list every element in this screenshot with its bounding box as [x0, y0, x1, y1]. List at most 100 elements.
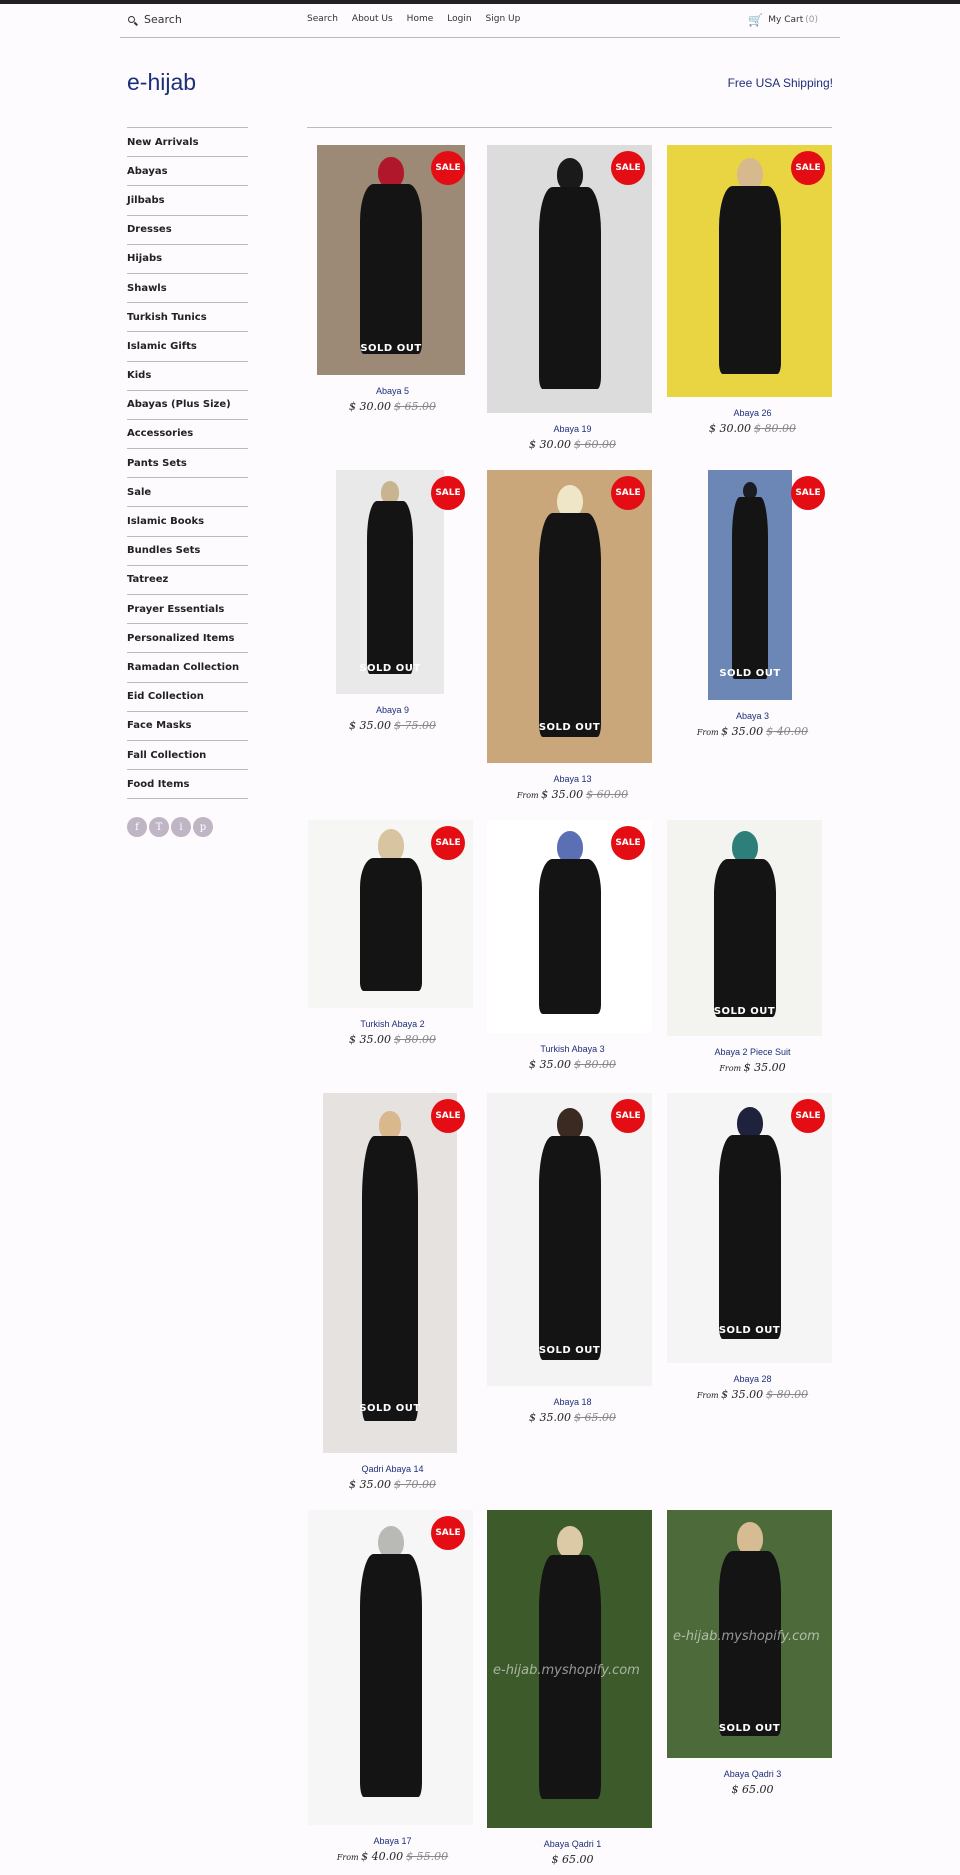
product-image[interactable]: e-hijab.myshopify.com: [487, 1510, 652, 1828]
product-name[interactable]: Abaya 3: [663, 711, 843, 721]
nav-search[interactable]: Search: [307, 14, 338, 24]
sale-badge: SALE: [431, 826, 465, 860]
sold-out-label: SOLD OUT: [719, 667, 781, 679]
product-price: From $ 35.00 $ 60.00: [483, 788, 663, 801]
current-price: $ 30.00: [709, 422, 751, 435]
sold-out-label: SOLD OUT: [718, 1325, 781, 1337]
sidebar-item-jilbabs[interactable]: Jilbabs: [127, 186, 248, 216]
current-price: $ 35.00: [529, 1411, 571, 1424]
current-price: $ 35.00: [349, 1478, 391, 1491]
sidebar-item-hijabs[interactable]: Hijabs: [127, 245, 248, 274]
sidebar-item-face-masks[interactable]: Face Masks: [127, 712, 248, 741]
current-price: $ 35.00: [529, 1058, 571, 1071]
cart-link[interactable]: 🛒 My Cart (0): [748, 13, 818, 27]
sidebar-item-pants-sets[interactable]: Pants Sets: [127, 449, 248, 479]
original-price: $ 60.00: [574, 438, 616, 451]
sidebar-item-islamic-books[interactable]: Islamic Books: [127, 507, 248, 537]
product-name[interactable]: Abaya Qadri 3: [663, 1769, 843, 1779]
price-from-label: From: [696, 728, 722, 737]
search-box[interactable]: Search: [128, 13, 182, 26]
product-image[interactable]: SOLD OUT: [708, 470, 792, 700]
product-image[interactable]: SOLD OUT: [487, 1093, 652, 1386]
sidebar-item-sale[interactable]: Sale: [127, 478, 248, 508]
sold-out-label: SOLD OUT: [359, 1402, 421, 1414]
original-price: $ 55.00: [406, 1850, 449, 1863]
current-price: $ 35.00: [721, 1388, 764, 1401]
sidebar-item-shawls[interactable]: Shawls: [127, 274, 248, 304]
current-price: $ 30.00: [349, 400, 391, 413]
sold-out-label: SOLD OUT: [359, 662, 421, 674]
pinterest-icon[interactable]: p: [193, 817, 213, 837]
product-image[interactable]: [308, 1510, 473, 1825]
model-abaya: [360, 184, 422, 355]
site-logo[interactable]: e-hijab: [127, 69, 196, 96]
product-image[interactable]: SOLD OUT: [336, 470, 444, 694]
product-image[interactable]: [487, 145, 652, 413]
product-name[interactable]: Abaya Qadri 1: [483, 1839, 663, 1849]
sidebar-item-islamic-gifts[interactable]: Islamic Gifts: [127, 332, 248, 362]
facebook-icon[interactable]: f: [127, 817, 147, 837]
model-abaya: [538, 187, 601, 389]
nav-home[interactable]: Home: [407, 14, 434, 24]
sidebar-item-personalized-items[interactable]: Personalized Items: [127, 624, 248, 654]
product-name[interactable]: Abaya 2 Piece Suit: [663, 1047, 843, 1057]
product-name[interactable]: Abaya 5: [303, 386, 483, 396]
product-name[interactable]: Abaya 17: [303, 1836, 483, 1846]
search-label[interactable]: Search: [144, 13, 182, 26]
sold-out-label: SOLD OUT: [538, 721, 601, 733]
cart-label[interactable]: My Cart: [768, 15, 803, 25]
price-from-label: From: [696, 1391, 722, 1400]
current-price: $ 35.00: [541, 788, 584, 801]
image-watermark: e-hijab.myshopify.com: [673, 1629, 820, 1645]
twitter-icon[interactable]: T: [149, 817, 169, 837]
model-abaya: [538, 1136, 601, 1360]
product-image[interactable]: SOLD OUT: [667, 820, 822, 1036]
sidebar-item-new-arrivals[interactable]: New Arrivals: [127, 128, 248, 158]
current-price: $ 65.00: [551, 1853, 594, 1866]
sidebar-item-bundles-sets[interactable]: Bundles Sets: [127, 537, 248, 566]
product-price: From $ 40.00 $ 55.00: [303, 1850, 483, 1863]
sidebar-item-fall-collection[interactable]: Fall Collection: [127, 741, 248, 771]
sidebar-item-turkish-tunics[interactable]: Turkish Tunics: [127, 303, 248, 333]
original-price: $ 65.00: [394, 400, 436, 413]
instagram-icon[interactable]: i: [171, 817, 191, 837]
sidebar-item-tatreez[interactable]: Tatreez: [127, 566, 248, 595]
product-price: $ 35.00 $ 75.00: [303, 719, 483, 732]
product-name[interactable]: Abaya 9: [303, 705, 483, 715]
product-name[interactable]: Abaya 18: [483, 1397, 663, 1407]
sidebar-item-accessories[interactable]: Accessories: [127, 420, 248, 450]
product-name[interactable]: Abaya 28: [663, 1374, 843, 1384]
search-icon[interactable]: [128, 16, 135, 23]
current-price: $ 35.00: [349, 719, 391, 732]
product-image[interactable]: SOLD OUT: [323, 1093, 457, 1453]
product-name[interactable]: Turkish Abaya 3: [483, 1044, 663, 1054]
sidebar-item-dresses[interactable]: Dresses: [127, 216, 248, 245]
sidebar-item-food-items[interactable]: Food Items: [127, 770, 248, 800]
product-name[interactable]: Abaya 19: [483, 424, 663, 434]
product-price: From $ 35.00: [663, 1061, 843, 1074]
product-name[interactable]: Turkish Abaya 2: [303, 1019, 483, 1029]
product-name[interactable]: Qadri Abaya 14: [303, 1464, 483, 1474]
sidebar-item-abayas-plus-size[interactable]: Abayas (Plus Size): [127, 391, 248, 420]
sidebar-item-ramadan-collection[interactable]: Ramadan Collection: [127, 653, 248, 683]
product-price: $ 35.00 $ 80.00: [303, 1033, 483, 1046]
nav-login[interactable]: Login: [447, 14, 471, 24]
nav-sign-up[interactable]: Sign Up: [486, 14, 521, 24]
sidebar-item-prayer-essentials[interactable]: Prayer Essentials: [127, 595, 248, 625]
product-name[interactable]: Abaya 13: [483, 774, 663, 784]
product-image[interactable]: SOLD OUT: [487, 470, 652, 763]
product-image[interactable]: SOLD OUT: [667, 1093, 832, 1363]
sold-out-label: SOLD OUT: [360, 342, 422, 354]
product-price: $ 30.00 $ 60.00: [483, 438, 663, 451]
shipping-banner: Free USA Shipping!: [727, 76, 833, 90]
nav-about-us[interactable]: About Us: [352, 14, 393, 24]
sidebar-item-abayas[interactable]: Abayas: [127, 157, 248, 187]
original-price: $ 70.00: [394, 1478, 436, 1491]
product-name[interactable]: Abaya 26: [663, 408, 843, 418]
sidebar-item-eid-collection[interactable]: Eid Collection: [127, 683, 248, 712]
product-price: From $ 35.00 $ 40.00: [663, 725, 843, 738]
cart-icon[interactable]: 🛒: [748, 13, 763, 27]
sidebar-item-kids[interactable]: Kids: [127, 362, 248, 391]
product-image[interactable]: e-hijab.myshopify.com SOLD OUT: [667, 1510, 832, 1758]
original-price: $ 60.00: [586, 788, 629, 801]
